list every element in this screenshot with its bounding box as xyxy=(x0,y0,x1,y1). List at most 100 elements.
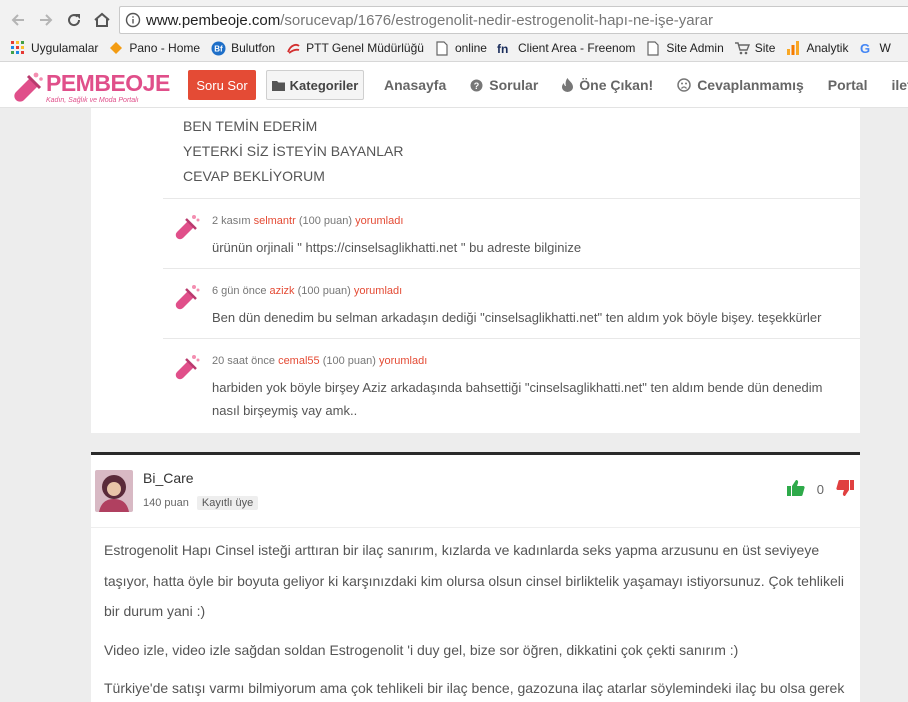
ask-question-button[interactable]: Soru Sor xyxy=(188,70,256,100)
answerer-meta: 140 puan Kayıtlı üye xyxy=(143,496,259,510)
bookmark-label: Pano - Home xyxy=(129,41,201,55)
answerer-name[interactable]: Bi_Care xyxy=(143,470,194,486)
site-header: PEMBEOJE Kadın, Sağlık ve Moda Portalı S… xyxy=(0,62,908,108)
google-icon: G xyxy=(858,40,874,56)
comment-text: Ben dün denedim bu selman arkadaşın dedi… xyxy=(212,310,822,325)
menu-item-cevaplanmamis[interactable]: Cevaplanmamış xyxy=(677,77,804,93)
content-area: BEN TEMİN EDERİM YETERKİ SİZ İSTEYİN BAY… xyxy=(91,108,860,702)
menu-item-portal[interactable]: Portal xyxy=(828,77,868,93)
bookmark-apps[interactable]: Uygulamalar xyxy=(10,40,98,56)
page-icon xyxy=(434,40,450,56)
bookmark-label: Site xyxy=(754,41,776,55)
logo-tagline: Kadın, Sağlık ve Moda Portalı xyxy=(46,97,139,104)
bookmark-site-admin[interactable]: Site Admin xyxy=(645,40,724,56)
ptt-icon xyxy=(285,40,301,56)
vote-count: 0 xyxy=(816,482,824,497)
commenter-avatar-icon xyxy=(175,355,200,380)
comment-action-link[interactable]: yorumladı xyxy=(354,285,402,297)
answer-header: Bi_Care 140 puan Kayıtlı üye 0 xyxy=(91,455,860,528)
comment-action-link[interactable]: yorumladı xyxy=(379,355,427,367)
bookmark-google[interactable]: G W xyxy=(858,40,890,56)
apps-grid-icon xyxy=(10,40,26,56)
svg-text:Bf: Bf xyxy=(214,44,223,53)
bookmark-label: Bulutfon xyxy=(231,41,276,55)
comment-user-link[interactable]: selmantr xyxy=(254,215,296,227)
analytics-icon xyxy=(785,40,801,56)
answer-paragraph: Türkiye'de satışı varmı bilmiyorum ama ç… xyxy=(104,680,845,696)
forward-icon[interactable] xyxy=(35,9,57,31)
comment-item: 2 kasım selmantr (100 puan) yorumladı ür… xyxy=(163,198,860,268)
answer-line: YETERKİ SİZ İSTEYİN BAYANLAR xyxy=(183,143,404,159)
cart-icon xyxy=(734,40,750,56)
thumbs-down-icon[interactable] xyxy=(836,479,854,500)
home-icon[interactable] xyxy=(91,9,113,31)
comment-text: harbiden yok böyle birşey Aziz arkadaşın… xyxy=(212,380,823,418)
comment-time: 20 saat önce xyxy=(212,355,275,367)
comment-text: ürünün orjinali " https://cinselsaglikha… xyxy=(212,240,582,255)
comment-meta: 2 kasım selmantr (100 puan) yorumladı xyxy=(212,215,403,227)
answer-line: CEVAP BEKLİYORUM xyxy=(183,168,325,184)
bookmark-freenom[interactable]: fn Client Area - Freenom xyxy=(497,40,635,56)
comment-list: 2 kasım selmantr (100 puan) yorumladı ür… xyxy=(163,198,860,433)
address-bar[interactable]: www.pembeoje.com/sorucevap/1676/estrogen… xyxy=(119,6,908,34)
browser-chrome: www.pembeoje.com/sorucevap/1676/estrogen… xyxy=(0,0,908,62)
menu-label: Cevaplanmamış xyxy=(697,77,804,93)
folder-icon xyxy=(271,80,285,91)
menu-item-sorular[interactable]: ? Sorular xyxy=(470,77,538,93)
back-icon[interactable] xyxy=(7,9,29,31)
freenom-icon: fn xyxy=(497,40,513,56)
page-icon xyxy=(645,40,661,56)
categories-button[interactable]: Kategoriler xyxy=(266,70,364,100)
vote-box: 0 xyxy=(786,479,854,500)
bookmark-label: online xyxy=(454,41,487,55)
main-menu: Anasayfa ? Sorular Öne Çıkan! Cevaplanma… xyxy=(384,70,908,100)
info-icon[interactable] xyxy=(120,12,146,28)
bookmark-label: W xyxy=(879,41,891,55)
bookmark-label: Analytik xyxy=(806,41,849,55)
comment-points: (100 puan) xyxy=(322,355,376,367)
comment-action-link[interactable]: yorumladı xyxy=(355,215,403,227)
comment-meta: 20 saat önce cemal55 (100 puan) yorumlad… xyxy=(212,355,427,367)
diamond-icon xyxy=(108,40,124,56)
bookmark-pano[interactable]: Pano - Home xyxy=(108,40,200,56)
bookmark-bulutfon[interactable]: Bf Bulutfon xyxy=(210,40,275,56)
bookmark-site[interactable]: Site xyxy=(734,40,776,56)
status-badge: Kayıtlı üye xyxy=(196,496,259,510)
comment-meta: 6 gün önce azizk (100 puan) yorumladı xyxy=(212,285,402,297)
comment-item: 6 gün önce azizk (100 puan) yorumladı Be… xyxy=(163,268,860,338)
menu-item-iletisim[interactable]: iletişi xyxy=(891,77,908,93)
bulutfon-icon: Bf xyxy=(210,40,226,56)
menu-item-anasayfa[interactable]: Anasayfa xyxy=(384,77,446,93)
test-tube-logo-icon xyxy=(14,72,43,102)
menu-label: Anasayfa xyxy=(384,77,447,93)
bookmark-label: Client Area - Freenom xyxy=(517,41,636,55)
url-host: www.pembeoje.com xyxy=(146,11,281,29)
frown-icon xyxy=(677,78,691,92)
commenter-avatar-icon xyxy=(175,215,200,240)
bookmark-ptt[interactable]: PTT Genel Müdürlüğü xyxy=(285,40,424,56)
answer-text: BEN TEMİN EDERİM YETERKİ SİZ İSTEYİN BAY… xyxy=(183,114,403,189)
reload-icon[interactable] xyxy=(63,9,85,31)
svg-text:fn: fn xyxy=(497,42,508,55)
bookmarks-bar: Uygulamalar Pano - Home Bf Bulutfon PTT … xyxy=(0,37,908,59)
menu-item-one-cikan[interactable]: Öne Çıkan! xyxy=(562,77,653,93)
answer-body: Estrogenolit Hapı Cinsel isteği arttıran… xyxy=(104,535,856,702)
categories-label: Kategoriler xyxy=(289,77,359,93)
answer-card: BEN TEMİN EDERİM YETERKİ SİZ İSTEYİN BAY… xyxy=(91,108,860,433)
bookmark-online[interactable]: online xyxy=(434,40,487,56)
bookmark-analytik[interactable]: Analytik xyxy=(785,40,848,56)
avatar[interactable] xyxy=(95,470,133,512)
comment-points: (100 puan) xyxy=(297,285,351,297)
answer-card: Bi_Care 140 puan Kayıtlı üye 0 Estrogeno… xyxy=(91,455,860,702)
menu-label: Sorular xyxy=(489,77,539,93)
menu-label: iletişi xyxy=(891,77,908,93)
comment-user-link[interactable]: cemal55 xyxy=(278,355,320,367)
answer-paragraph: Video izle, video izle sağdan soldan Est… xyxy=(104,641,739,658)
comment-user-link[interactable]: azizk xyxy=(270,285,295,297)
site-logo[interactable]: PEMBEOJE Kadın, Sağlık ve Moda Portalı xyxy=(10,68,170,106)
fire-icon xyxy=(562,78,574,92)
bookmark-label: Site Admin xyxy=(666,41,724,55)
menu-label: Öne Çıkan! xyxy=(579,77,654,93)
thumbs-up-icon[interactable] xyxy=(786,479,805,500)
url-path: /sorucevap/1676/estrogenolit-nedir-estro… xyxy=(280,11,713,29)
